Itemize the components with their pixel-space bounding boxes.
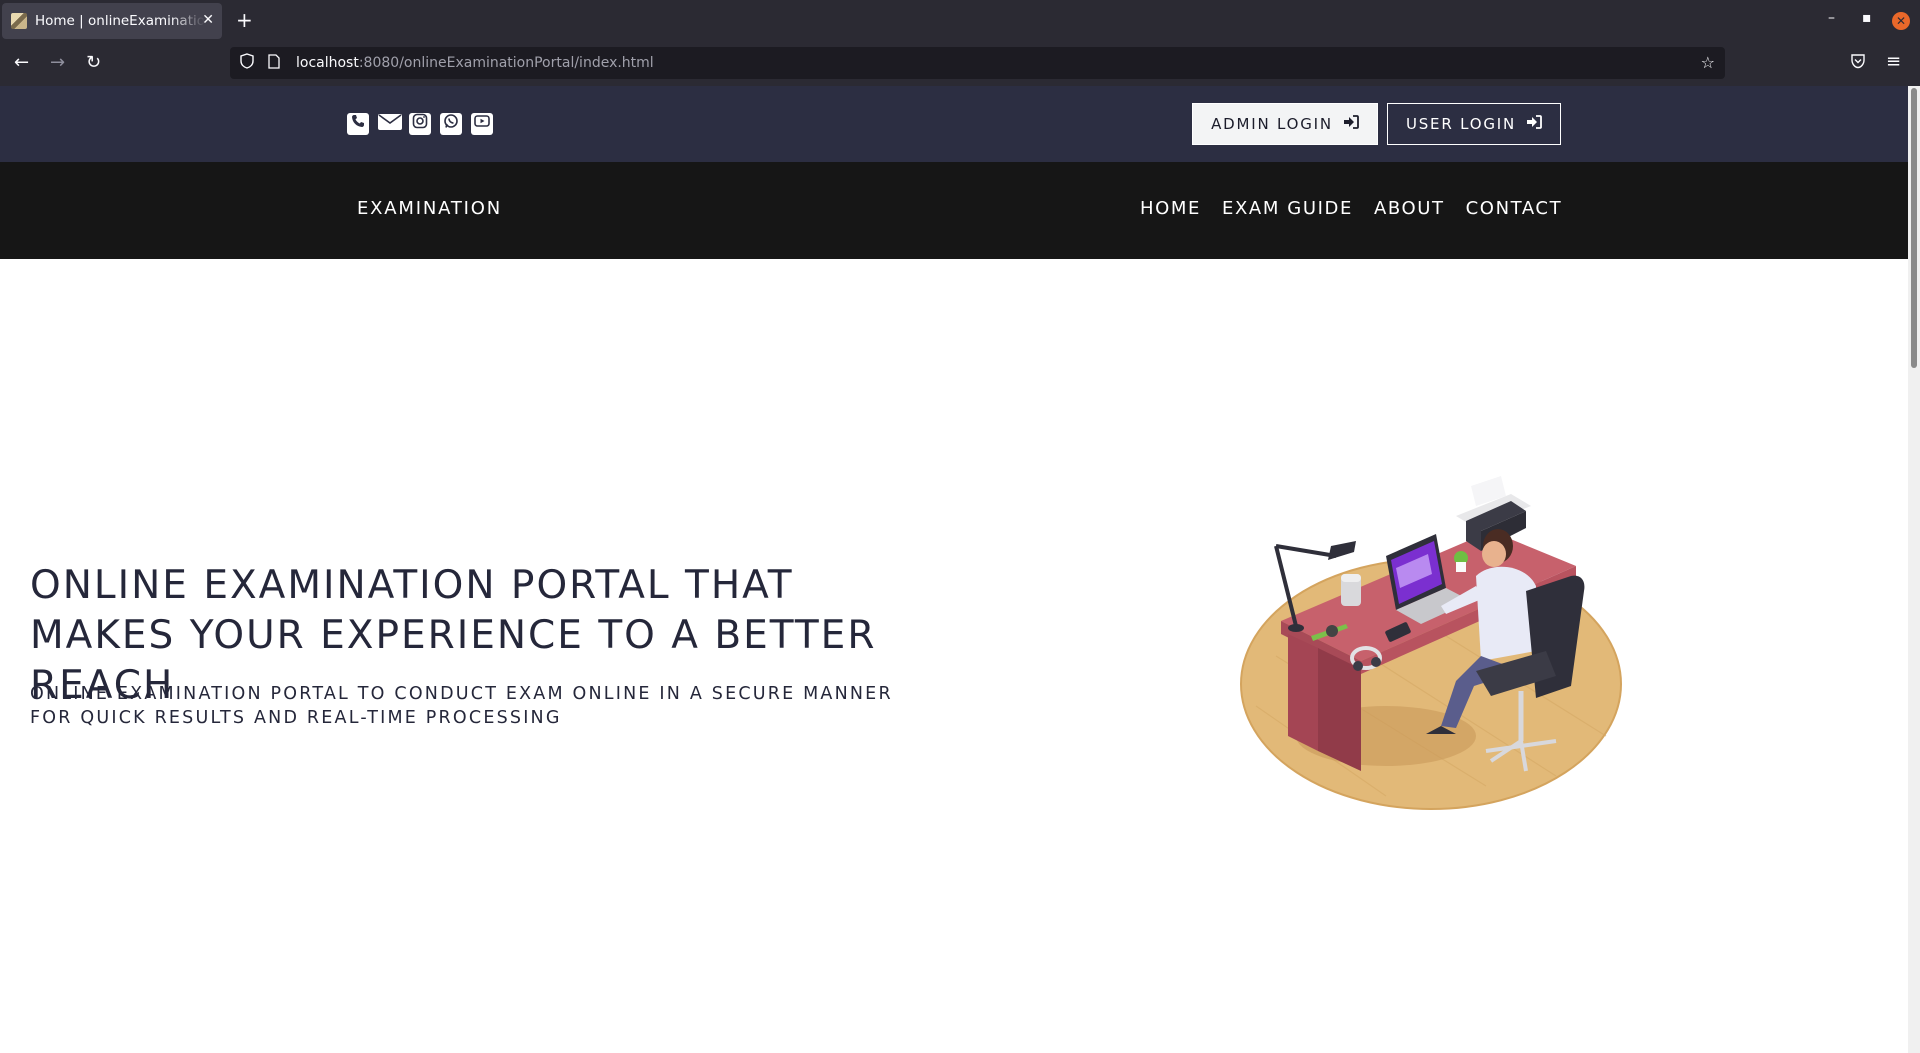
menu-icon[interactable]: ≡ <box>1886 51 1901 72</box>
nav-item-exam-guide[interactable]: EXAM GUIDE <box>1222 198 1353 219</box>
page-scrollbar[interactable] <box>1908 86 1920 1053</box>
close-tab-icon[interactable]: ✕ <box>202 12 214 28</box>
scrollbar-thumb[interactable] <box>1911 88 1917 368</box>
url-host: localhost <box>296 55 359 71</box>
nav-item-home[interactable]: HOME <box>1140 198 1201 219</box>
user-login-label: USER LOGIN <box>1405 115 1517 133</box>
browser-nav-bar: ← → ↻ localhost:8080/onlineExaminationPo… <box>0 42 1920 86</box>
sign-in-icon <box>1526 115 1542 133</box>
phone-icon[interactable] <box>347 113 369 135</box>
site-brand[interactable]: EXAMINATION <box>357 198 502 219</box>
minimize-icon[interactable]: – <box>1828 10 1835 26</box>
admin-login-button[interactable]: ADMIN LOGIN <box>1192 103 1378 145</box>
top-info-bar: ADMIN LOGIN USER LOGIN <box>0 86 1908 162</box>
nav-item-about[interactable]: ABOUT <box>1374 198 1445 219</box>
address-bar[interactable]: localhost:8080/onlineExaminationPortal/i… <box>230 47 1725 79</box>
tab-title: Home | onlineExaminationPortal <box>35 13 205 29</box>
shield-icon[interactable] <box>240 53 258 73</box>
favicon-icon <box>11 13 27 29</box>
hero-subtitle: ONLINE EXAMINATION PORTAL TO CONDUCT EXA… <box>30 684 893 728</box>
web-page: ADMIN LOGIN USER LOGIN EXAMINATION HOME … <box>0 86 1908 1053</box>
url-text[interactable]: localhost:8080/onlineExaminationPortal/i… <box>296 55 654 71</box>
reload-icon[interactable]: ↻ <box>86 52 101 73</box>
maximize-icon[interactable]: ▪ <box>1862 10 1872 26</box>
user-login-button[interactable]: USER LOGIN <box>1387 103 1561 145</box>
envelope-icon[interactable] <box>378 113 402 135</box>
star-icon[interactable]: ☆ <box>1701 53 1715 72</box>
page-icon <box>268 53 284 73</box>
nav-item-contact[interactable]: CONTACT <box>1466 198 1563 219</box>
instagram-icon[interactable] <box>409 113 431 135</box>
pocket-icon[interactable] <box>1850 54 1866 73</box>
social-icons <box>347 113 493 135</box>
whatsapp-icon[interactable] <box>440 113 462 135</box>
admin-login-label: ADMIN LOGIN <box>1211 115 1333 133</box>
back-icon[interactable]: ← <box>14 52 29 73</box>
workspace-illustration <box>1240 476 1622 810</box>
browser-tab[interactable]: Home | onlineExaminationPortal ✕ <box>2 3 222 39</box>
browser-tab-bar: Home | onlineExaminationPortal ✕ + – ▪ ✕ <box>0 0 1920 42</box>
sign-in-icon <box>1343 115 1359 133</box>
close-window-icon[interactable]: ✕ <box>1892 12 1910 30</box>
main-navbar: EXAMINATION HOME EXAM GUIDE ABOUT CONTAC… <box>0 162 1908 259</box>
youtube-icon[interactable] <box>471 113 493 135</box>
forward-icon[interactable]: → <box>50 52 65 73</box>
new-tab-button[interactable]: + <box>236 8 253 32</box>
url-path: :8080/onlineExaminationPortal/index.html <box>358 55 654 71</box>
nav-menu: HOME EXAM GUIDE ABOUT CONTACT <box>1140 198 1562 219</box>
